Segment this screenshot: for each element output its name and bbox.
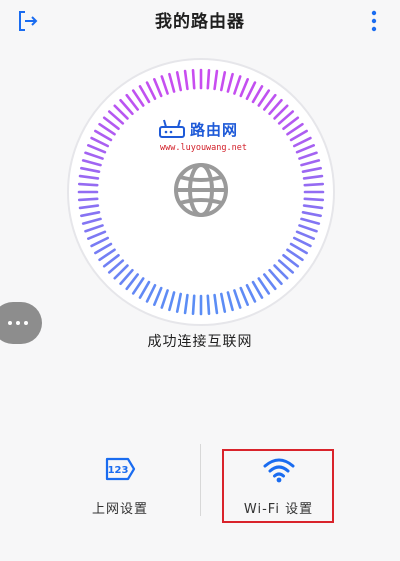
watermark-logo: 路由网 www.luyouwang.net bbox=[156, 117, 256, 161]
dial-tick bbox=[303, 197, 325, 202]
dial-tick bbox=[191, 294, 196, 316]
dial-tick bbox=[206, 294, 211, 316]
watermark-url: www.luyouwang.net bbox=[160, 143, 247, 153]
internet-settings-label: 上网设置 bbox=[91, 502, 148, 517]
dial-tick bbox=[303, 182, 325, 187]
internet-settings-button[interactable]: 123 上网设置 bbox=[60, 444, 180, 524]
icon-text: 123 bbox=[108, 465, 129, 476]
globe-icon bbox=[174, 163, 228, 217]
dial-tick bbox=[191, 68, 196, 90]
connection-status: 成功连接互联网 bbox=[147, 334, 253, 350]
numeric-123-icon: 123 bbox=[105, 457, 136, 481]
page-title: 我的路由器 bbox=[155, 12, 245, 32]
dial-tick bbox=[77, 182, 99, 187]
router-icon bbox=[159, 119, 185, 138]
top-bar: 我的路由器 bbox=[0, 0, 400, 40]
more-vertical-icon[interactable] bbox=[364, 8, 384, 34]
dial-tick bbox=[77, 197, 99, 202]
watermark-name: 路由网 bbox=[190, 121, 239, 139]
highlight-box bbox=[222, 449, 334, 523]
divider bbox=[200, 444, 201, 516]
dial-tick bbox=[206, 68, 211, 90]
